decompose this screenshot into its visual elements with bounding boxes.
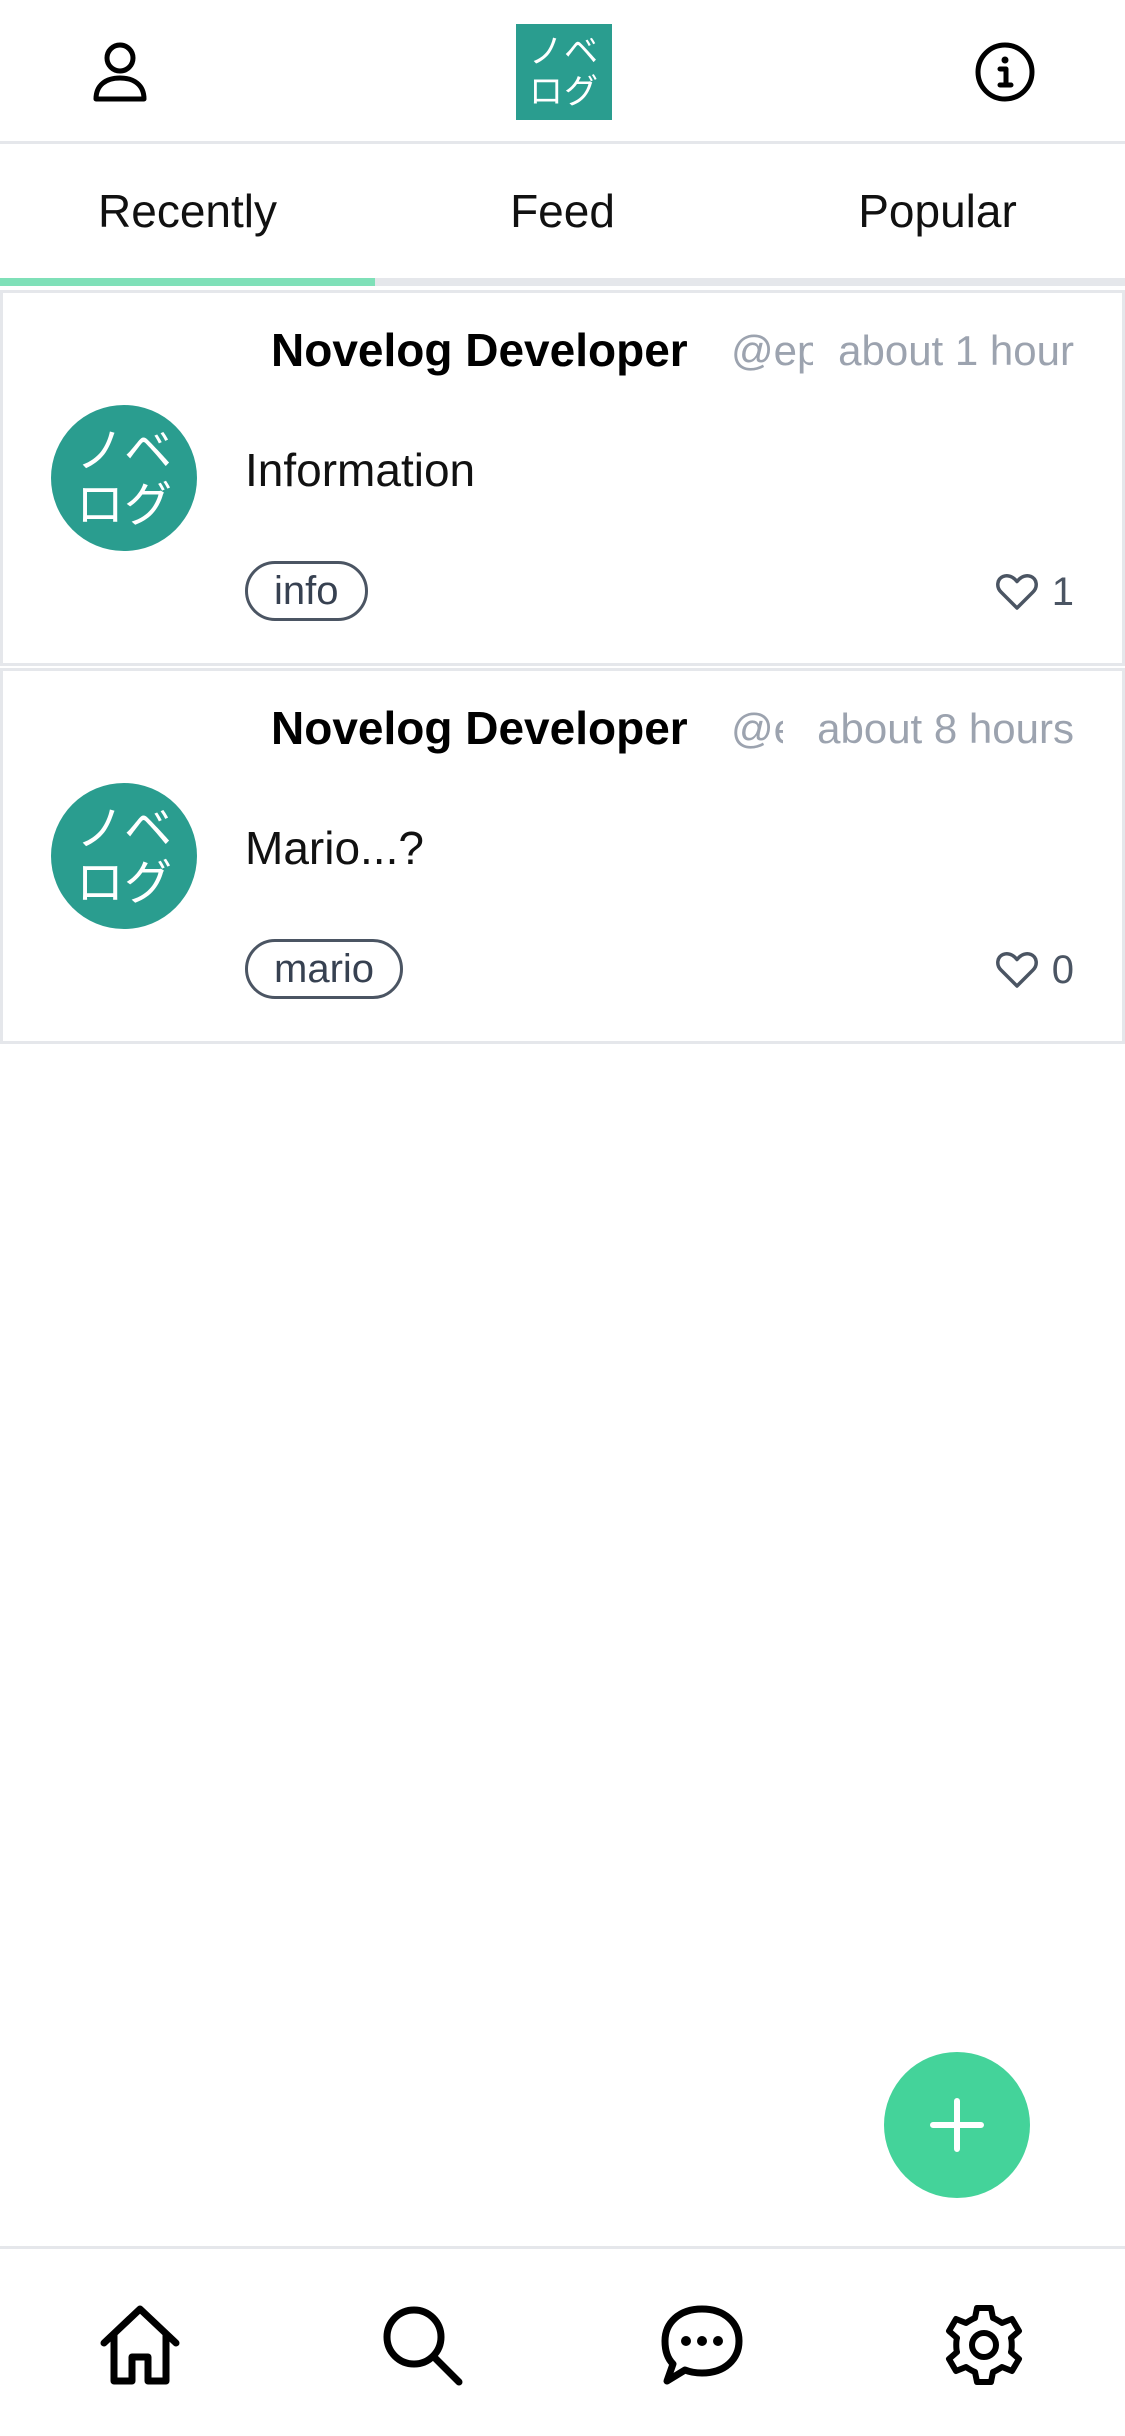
nav-home[interactable] xyxy=(94,2299,186,2391)
tag-chip[interactable]: mario xyxy=(245,939,404,999)
author-handle: @e xyxy=(731,705,783,752)
tab-label: Recently xyxy=(98,185,277,237)
top-header: ノベ ログ xyxy=(0,0,1125,144)
tag-chip[interactable]: info xyxy=(245,561,368,621)
info-button[interactable] xyxy=(965,32,1045,112)
like-button[interactable]: 1 xyxy=(995,563,1074,621)
gear-icon xyxy=(946,2305,1022,2385)
app-logo: ノベ ログ xyxy=(516,24,612,120)
logo-text-line2: ログ xyxy=(529,72,599,112)
profile-button[interactable] xyxy=(80,32,160,112)
post-title[interactable]: Information xyxy=(245,443,475,497)
tab-feed[interactable]: Feed xyxy=(375,144,750,278)
post-card[interactable]: ノベ ログ Novelog Developer @e about 8 hours… xyxy=(0,668,1125,1044)
chat-icon xyxy=(661,2305,743,2385)
home-icon xyxy=(100,2305,180,2385)
user-icon xyxy=(93,42,147,102)
nav-settings[interactable] xyxy=(938,2299,1030,2391)
logo-text-line1: ノベ xyxy=(529,32,599,72)
post-card[interactable]: ノベ ログ Novelog Developer @ep about 1 hour… xyxy=(0,290,1125,666)
author-handle: @ep xyxy=(731,327,813,374)
heart-icon xyxy=(995,573,1038,610)
search-icon xyxy=(383,2306,463,2386)
app-screen: ノベ ログ Recently Feed Popular ノベ ログ Novelo… xyxy=(0,0,1125,2436)
avatar-text-line2: ログ xyxy=(75,855,172,911)
post-title[interactable]: Mario...? xyxy=(245,821,424,875)
tab-label: Popular xyxy=(858,185,1017,237)
avatar[interactable]: ノベ ログ xyxy=(51,783,197,929)
heart-icon xyxy=(995,951,1038,988)
post-time: about 8 hours xyxy=(817,705,1074,752)
tab-recently[interactable]: Recently xyxy=(0,144,375,286)
avatar[interactable]: ノベ ログ xyxy=(51,405,197,551)
plus-icon xyxy=(930,2098,984,2152)
nav-chat[interactable] xyxy=(656,2299,748,2391)
like-button[interactable]: 0 xyxy=(995,941,1074,999)
feed-tabs: Recently Feed Popular xyxy=(0,144,1125,286)
bottom-nav xyxy=(0,2246,1125,2436)
like-count: 0 xyxy=(1051,947,1074,992)
author-name[interactable]: Novelog Developer xyxy=(271,701,688,755)
post-time: about 1 hour xyxy=(838,327,1074,374)
nav-search[interactable] xyxy=(376,2299,468,2391)
info-icon xyxy=(975,42,1035,102)
avatar-text-line2: ログ xyxy=(75,477,172,533)
tab-popular[interactable]: Popular xyxy=(750,144,1125,278)
like-count: 1 xyxy=(1051,569,1074,614)
new-post-button[interactable] xyxy=(884,2052,1030,2198)
avatar-text-line1: ノベ xyxy=(75,801,172,857)
tab-label: Feed xyxy=(510,185,615,237)
avatar-text-line1: ノベ xyxy=(75,423,172,479)
author-name[interactable]: Novelog Developer xyxy=(271,323,688,377)
